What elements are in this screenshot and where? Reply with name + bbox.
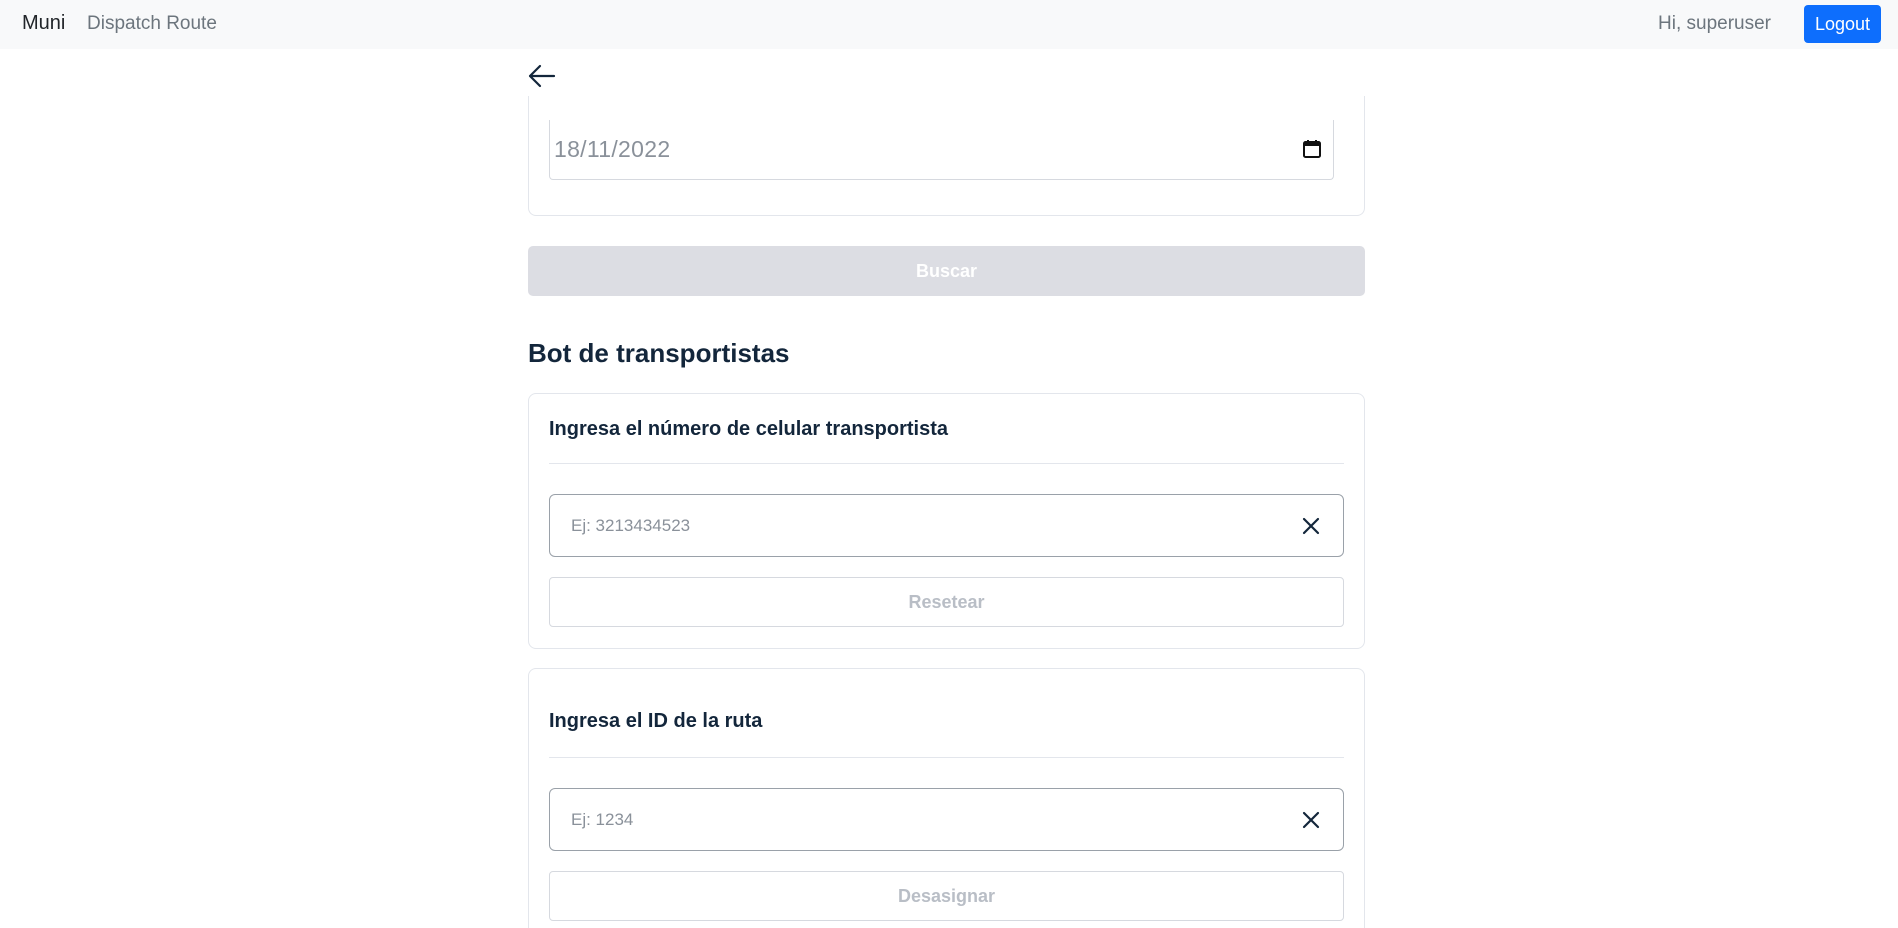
section-title: Bot de transportistas <box>528 338 790 368</box>
divider <box>549 757 1344 758</box>
phone-input[interactable] <box>551 496 1251 555</box>
phone-field <box>549 494 1344 557</box>
user-greeting: Hi, superuser <box>1658 13 1771 34</box>
route-card-title: Ingresa el ID de la ruta <box>549 710 763 732</box>
arrow-left-icon[interactable] <box>526 60 558 92</box>
close-icon[interactable] <box>1301 516 1321 536</box>
route-id-input[interactable] <box>551 790 1251 849</box>
phone-reset-card: Ingresa el número de celular transportis… <box>528 393 1365 649</box>
reset-button[interactable]: Resetear <box>549 577 1344 627</box>
brand-link[interactable]: Muni <box>22 12 65 35</box>
close-icon[interactable] <box>1301 810 1321 830</box>
nav-link-dispatch-route[interactable]: Dispatch Route <box>87 13 217 35</box>
route-id-field <box>549 788 1344 851</box>
calendar-icon[interactable] <box>1301 138 1323 160</box>
phone-card-title: Ingresa el número de celular transportis… <box>549 418 949 440</box>
top-navbar: Muni Dispatch Route Hi, superuser Logout <box>0 0 1898 49</box>
date-value: 18/11/2022 <box>554 136 671 162</box>
logout-button[interactable]: Logout <box>1804 5 1881 43</box>
search-button[interactable]: Buscar <box>528 246 1365 296</box>
unassign-button[interactable]: Desasignar <box>549 871 1344 921</box>
divider <box>549 463 1344 464</box>
date-input[interactable]: 18/11/2022 <box>549 120 1334 180</box>
route-unassign-card: Ingresa el ID de la ruta Desasignar <box>528 668 1365 928</box>
date-filter-card: 18/11/2022 <box>528 96 1365 216</box>
